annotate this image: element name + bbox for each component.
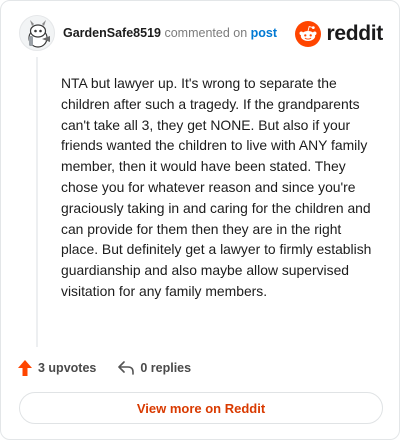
brand-name: reddit (326, 22, 383, 45)
reply-button[interactable]: 0 replies (118, 361, 191, 375)
thread-line (36, 57, 38, 347)
upvote-arrow-icon (18, 360, 32, 376)
action-text: commented on (164, 26, 248, 40)
reddit-comment-embed: GardenSafe8519 commented on post reddit … (0, 0, 400, 440)
post-link[interactable]: post (251, 26, 277, 40)
reply-count: 0 replies (140, 361, 192, 375)
reddit-logo-icon (295, 21, 322, 47)
comment-actions: 3 upvotes 0 replies (18, 358, 191, 378)
username[interactable]: GardenSafe8519 (63, 26, 161, 40)
comment-header: GardenSafe8519 commented on post reddit (19, 15, 383, 55)
reddit-logo[interactable]: reddit (295, 21, 383, 47)
upvote-button[interactable]: 3 upvotes (18, 360, 96, 376)
view-more-button[interactable]: View more on Reddit (19, 392, 383, 424)
upvote-count: 3 upvotes (38, 361, 97, 375)
byline: GardenSafe8519 commented on post (63, 26, 277, 40)
comment-body: NTA but lawyer up. It's wrong to separat… (61, 75, 372, 299)
reply-arrow-icon (118, 361, 135, 375)
snoo-avatar-icon[interactable] (19, 15, 55, 51)
